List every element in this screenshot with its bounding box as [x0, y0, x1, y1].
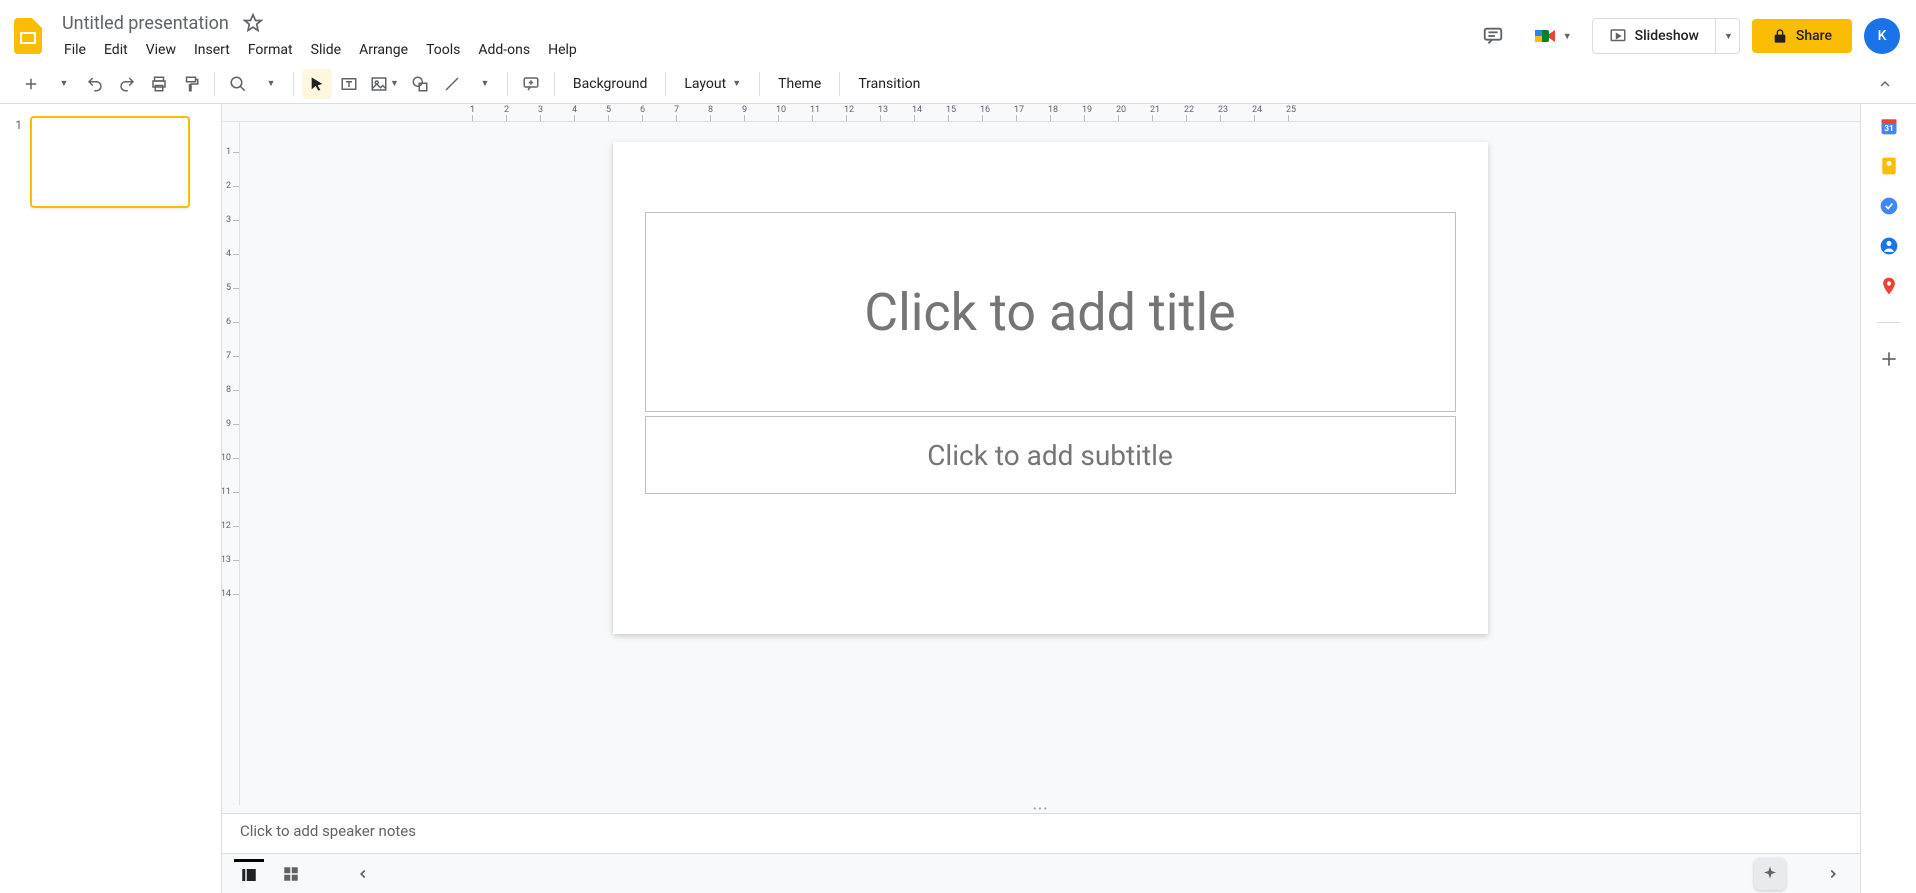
menu-slide[interactable]: Slide [303, 38, 349, 62]
expand-sidepanel-button[interactable] [1818, 859, 1848, 889]
toolbar: ▼ ▼ ▼ ▼ Background Layout ▼ Theme Transit… [0, 64, 1916, 104]
side-panel: 31 [1860, 104, 1916, 893]
undo-button[interactable] [80, 69, 110, 99]
vertical-ruler: 1234567891011121314 [222, 122, 240, 805]
menu-edit[interactable]: Edit [96, 38, 136, 62]
new-slide-dropdown[interactable]: ▼ [48, 69, 78, 99]
title-placeholder[interactable]: Click to add title [645, 212, 1456, 412]
separator [214, 72, 215, 96]
header: Untitled presentation File Edit View Ins… [0, 0, 1916, 64]
meet-button[interactable]: ▼ [1525, 20, 1580, 52]
separator [554, 72, 555, 96]
separator [759, 72, 760, 96]
layout-button[interactable]: Layout ▼ [674, 69, 751, 99]
caret-down-icon: ▼ [267, 78, 276, 89]
slideshow-label: Slideshow [1635, 28, 1699, 44]
calendar-icon[interactable]: 31 [1879, 116, 1899, 136]
share-label: Share [1796, 28, 1832, 44]
line-tool[interactable] [437, 69, 467, 99]
menu-format[interactable]: Format [240, 38, 301, 62]
transition-button[interactable]: Transition [848, 69, 930, 99]
separator [507, 72, 508, 96]
new-slide-button[interactable] [16, 69, 46, 99]
menu-insert[interactable]: Insert [186, 38, 238, 62]
shape-tool[interactable] [405, 69, 435, 99]
layout-label: Layout [684, 76, 726, 92]
print-button[interactable] [144, 69, 174, 99]
notes-resize-handle[interactable]: ••• [222, 805, 1860, 813]
slide-number: 1 [10, 116, 22, 208]
caret-down-icon: ▼ [1563, 31, 1572, 42]
share-button[interactable]: Share [1752, 19, 1852, 53]
grid-view-button[interactable] [276, 859, 306, 889]
caret-down-icon: ▼ [1724, 32, 1733, 42]
subtitle-placeholder[interactable]: Click to add subtitle [645, 416, 1456, 494]
caret-down-icon: ▼ [390, 78, 399, 89]
menu-addons[interactable]: Add-ons [470, 38, 538, 62]
slide-thumbnail-row[interactable]: 1 [10, 116, 211, 208]
tasks-icon[interactable] [1879, 196, 1899, 216]
speaker-notes[interactable]: Click to add speaker notes [222, 813, 1860, 853]
redo-button[interactable] [112, 69, 142, 99]
caret-down-icon: ▼ [732, 78, 741, 89]
account-avatar[interactable]: K [1864, 18, 1900, 54]
explore-button[interactable] [1754, 858, 1786, 890]
menu-help[interactable]: Help [540, 38, 585, 62]
main-area: 1 12345678910111213141516171819202122232… [0, 104, 1916, 893]
keep-icon[interactable] [1879, 156, 1899, 176]
select-tool[interactable] [302, 69, 332, 99]
filmstrip-view-button[interactable] [234, 859, 264, 889]
menu-tools[interactable]: Tools [418, 38, 468, 62]
line-dropdown[interactable]: ▼ [469, 69, 499, 99]
canvas-scroll[interactable]: Click to add title Click to add subtitle [240, 122, 1860, 805]
separator [839, 72, 840, 96]
collapse-filmstrip-button[interactable] [348, 859, 378, 889]
image-tool[interactable]: ▼ [366, 69, 403, 99]
separator [665, 72, 666, 96]
document-title[interactable]: Untitled presentation [56, 11, 235, 36]
paint-format-button[interactable] [176, 69, 206, 99]
slideshow-dropdown[interactable]: ▼ [1716, 18, 1740, 54]
svg-text:31: 31 [1884, 124, 1894, 134]
separator [1877, 322, 1901, 323]
zoom-button[interactable] [223, 69, 253, 99]
caret-down-icon: ▼ [480, 78, 489, 89]
menu-arrange[interactable]: Arrange [351, 38, 416, 62]
star-icon[interactable] [243, 13, 263, 33]
maps-icon[interactable] [1879, 276, 1899, 296]
slide-thumbnail[interactable] [30, 116, 190, 208]
textbox-tool[interactable] [334, 69, 364, 99]
notes-placeholder: Click to add speaker notes [240, 822, 416, 840]
filmstrip: 1 [0, 104, 222, 893]
horizontal-ruler: 1234567891011121314151617181920212223242… [222, 104, 1860, 122]
separator [293, 72, 294, 96]
slide-canvas[interactable]: Click to add title Click to add subtitle [613, 142, 1488, 634]
canvas-zone: 1234567891011121314151617181920212223242… [222, 104, 1860, 893]
background-button[interactable]: Background [563, 69, 657, 99]
theme-button[interactable]: Theme [768, 69, 831, 99]
slides-logo[interactable] [8, 16, 48, 56]
footer [222, 853, 1860, 893]
add-addon-icon[interactable] [1879, 349, 1899, 369]
comments-icon[interactable] [1473, 16, 1513, 56]
caret-down-icon: ▼ [60, 78, 69, 89]
comment-tool[interactable] [516, 69, 546, 99]
menu-view[interactable]: View [138, 38, 184, 62]
menubar: File Edit View Insert Format Slide Arran… [56, 38, 1465, 62]
slideshow-button[interactable]: Slideshow [1592, 18, 1716, 54]
contacts-icon[interactable] [1879, 236, 1899, 256]
zoom-dropdown[interactable]: ▼ [255, 69, 285, 99]
menu-file[interactable]: File [56, 38, 94, 62]
collapse-toolbar-button[interactable] [1870, 69, 1900, 99]
